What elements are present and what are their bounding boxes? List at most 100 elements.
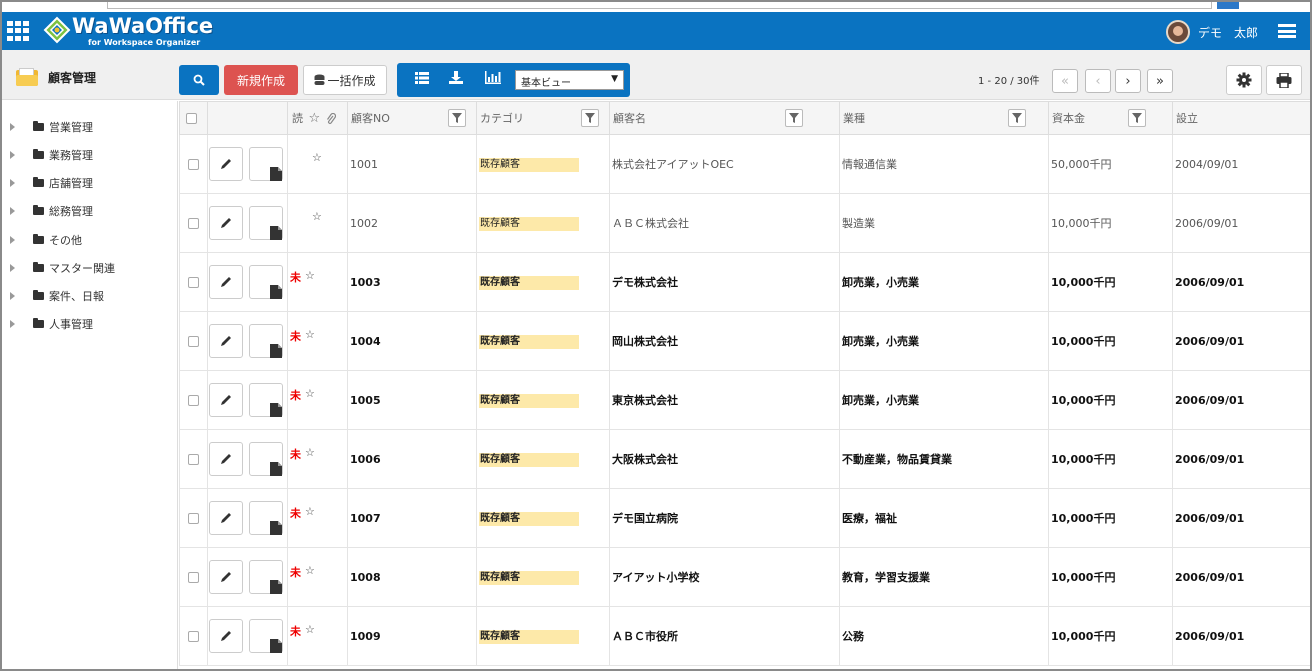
edit-button[interactable] — [209, 324, 243, 358]
table-row[interactable]: 未 ☆ 1008 既存顧客 アイアット小学校 教育，学習支援業 10,000千円 2006/0… — [179, 547, 1310, 607]
customer-name-cell[interactable]: 株式会社アイアットOEC — [609, 134, 840, 194]
settings-button[interactable] — [1226, 65, 1262, 95]
column-customer-name[interactable]: 顧客名 — [609, 101, 840, 135]
last-page-button[interactable]: » — [1147, 69, 1173, 93]
sidebar-item-other[interactable]: その他 — [10, 230, 82, 250]
edit-button[interactable] — [209, 383, 243, 417]
download-icon[interactable] — [449, 71, 463, 84]
customer-name-cell[interactable]: アイアット小学校 — [609, 547, 840, 607]
row-checkbox[interactable] — [188, 218, 199, 229]
filter-icon[interactable] — [785, 109, 803, 127]
star-icon[interactable]: ☆ — [305, 505, 315, 518]
filter-icon[interactable] — [581, 109, 599, 127]
sidebar-item-hr[interactable]: 人事管理 — [10, 314, 93, 334]
column-capital[interactable]: 資本金 — [1048, 101, 1173, 135]
expand-arrow-icon[interactable] — [10, 264, 15, 272]
customer-name-cell[interactable]: デモ国立病院 — [609, 488, 840, 548]
attachment-icon[interactable] — [326, 112, 336, 125]
sidebar-item-store[interactable]: 店舗管理 — [10, 173, 93, 193]
document-button[interactable] — [249, 442, 283, 476]
row-checkbox[interactable] — [188, 454, 199, 465]
table-row[interactable]: 未 ☆ 1006 既存顧客 大阪株式会社 不動産業，物品賃貸業 10,000千円 2006/0… — [179, 429, 1310, 489]
expand-arrow-icon[interactable] — [10, 236, 15, 244]
star-icon[interactable]: ☆ — [305, 269, 315, 282]
apps-grid-icon[interactable] — [7, 21, 31, 41]
customer-name-cell[interactable]: ＡＢＣ株式会社 — [609, 193, 840, 253]
document-button[interactable] — [249, 206, 283, 240]
edit-button[interactable] — [209, 560, 243, 594]
document-button[interactable] — [249, 324, 283, 358]
browser-address-bar[interactable] — [107, 2, 1212, 9]
star-icon[interactable]: ☆ — [305, 328, 315, 341]
bulk-create-button[interactable]: 一括作成 — [303, 65, 387, 95]
star-icon[interactable]: ☆ — [305, 387, 315, 400]
table-row[interactable]: 未 ☆ 1007 既存顧客 デモ国立病院 医療，福祉 10,000千円 2006/09/01 — [179, 488, 1310, 548]
table-row[interactable]: ☆ 1002 既存顧客 ＡＢＣ株式会社 製造業 10,000千円 2006/09/01 — [179, 193, 1310, 253]
filter-icon[interactable] — [1128, 109, 1146, 127]
filter-icon[interactable] — [1008, 109, 1026, 127]
user-menu[interactable]: デモ 太郎 — [1165, 20, 1258, 44]
row-checkbox[interactable] — [188, 513, 199, 524]
document-button[interactable] — [249, 383, 283, 417]
chart-icon[interactable] — [485, 71, 501, 84]
document-button[interactable] — [249, 560, 283, 594]
first-page-button[interactable]: « — [1052, 69, 1078, 93]
sidebar-item-sales[interactable]: 営業管理 — [10, 117, 93, 137]
document-button[interactable] — [249, 501, 283, 535]
expand-arrow-icon[interactable] — [10, 151, 15, 159]
star-icon[interactable]: ☆ — [305, 623, 315, 636]
select-all-checkbox[interactable] — [186, 113, 197, 124]
edit-button[interactable] — [209, 206, 243, 240]
table-row[interactable]: 未 ☆ 1005 既存顧客 東京株式会社 卸売業，小売業 10,000千円 2006/09/0… — [179, 370, 1310, 430]
search-button[interactable] — [179, 65, 219, 95]
star-column-icon[interactable]: ☆ — [309, 111, 321, 126]
customer-name-cell[interactable]: 大阪株式会社 — [609, 429, 840, 489]
star-icon[interactable]: ☆ — [305, 564, 315, 577]
edit-button[interactable] — [209, 147, 243, 181]
row-checkbox[interactable] — [188, 336, 199, 347]
document-button[interactable] — [249, 265, 283, 299]
print-button[interactable] — [1266, 65, 1302, 95]
table-row[interactable]: 未 ☆ 1009 既存顧客 ＡＢＣ市役所 公務 10,000千円 2006/09/01 — [179, 606, 1310, 666]
column-category[interactable]: カテゴリ — [476, 101, 610, 135]
row-checkbox[interactable] — [188, 395, 199, 406]
column-customer-no[interactable]: 顧客NO — [347, 101, 477, 135]
edit-button[interactable] — [209, 442, 243, 476]
star-icon[interactable]: ☆ — [312, 151, 322, 164]
column-industry[interactable]: 業種 — [839, 101, 1049, 135]
view-select[interactable]: 基本ビュー ▼ — [515, 70, 624, 90]
document-button[interactable] — [249, 619, 283, 653]
star-icon[interactable]: ☆ — [312, 210, 322, 223]
sidebar-item-master[interactable]: マスター関連 — [10, 258, 115, 278]
row-checkbox[interactable] — [188, 572, 199, 583]
column-established[interactable]: 設立 — [1172, 101, 1310, 135]
document-button[interactable] — [249, 147, 283, 181]
table-row[interactable]: 未 ☆ 1003 既存顧客 デモ株式会社 卸売業，小売業 10,000千円 2006/09/0… — [179, 252, 1310, 312]
next-page-button[interactable]: › — [1115, 69, 1141, 93]
table-row[interactable]: ☆ 1001 既存顧客 株式会社アイアットOEC 情報通信業 50,000千円 2004/0… — [179, 134, 1310, 194]
customer-name-cell[interactable]: デモ株式会社 — [609, 252, 840, 312]
sidebar-item-general-affairs[interactable]: 総務管理 — [10, 201, 93, 221]
table-row[interactable]: 未 ☆ 1004 既存顧客 岡山株式会社 卸売業，小売業 10,000千円 2006/09/0… — [179, 311, 1310, 371]
menu-icon[interactable] — [1278, 24, 1296, 38]
prev-page-button[interactable]: ‹ — [1085, 69, 1111, 93]
sidebar-item-projects[interactable]: 案件、日報 — [10, 286, 104, 306]
list-view-icon[interactable] — [415, 72, 429, 84]
row-checkbox[interactable] — [188, 159, 199, 170]
row-checkbox[interactable] — [188, 631, 199, 642]
expand-arrow-icon[interactable] — [10, 123, 15, 131]
expand-arrow-icon[interactable] — [10, 179, 15, 187]
customer-name-cell[interactable]: 岡山株式会社 — [609, 311, 840, 371]
expand-arrow-icon[interactable] — [10, 320, 15, 328]
row-checkbox[interactable] — [188, 277, 199, 288]
star-icon[interactable]: ☆ — [305, 446, 315, 459]
expand-arrow-icon[interactable] — [10, 207, 15, 215]
expand-arrow-icon[interactable] — [10, 292, 15, 300]
edit-button[interactable] — [209, 265, 243, 299]
edit-button[interactable] — [209, 619, 243, 653]
customer-name-cell[interactable]: ＡＢＣ市役所 — [609, 606, 840, 666]
new-button[interactable]: 新規作成 — [224, 65, 298, 95]
sidebar-item-business[interactable]: 業務管理 — [10, 145, 93, 165]
customer-name-cell[interactable]: 東京株式会社 — [609, 370, 840, 430]
edit-button[interactable] — [209, 501, 243, 535]
